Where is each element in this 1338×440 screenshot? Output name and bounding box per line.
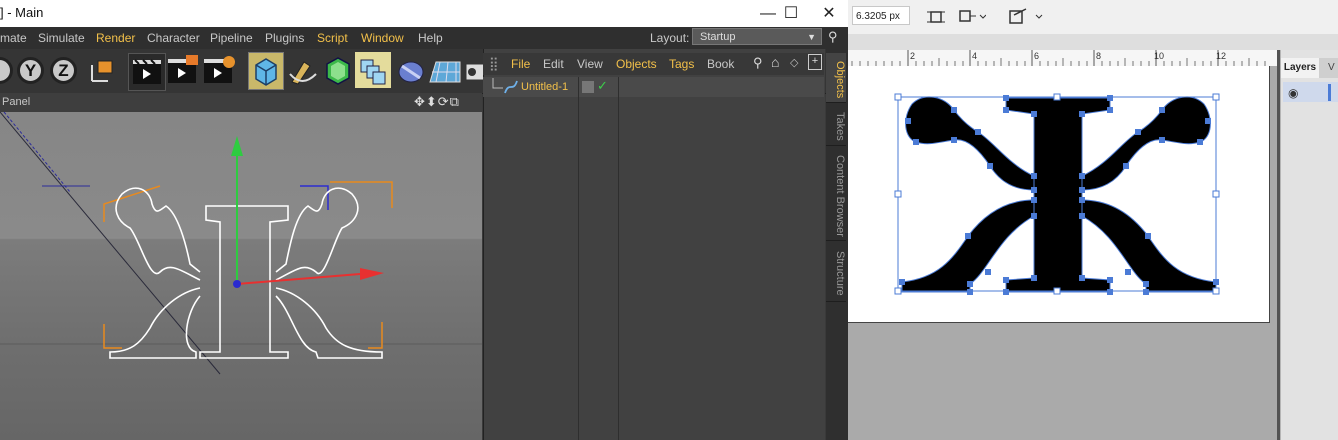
viewport-panel-menu[interactable]: Panel — [2, 96, 30, 108]
viewport-header — [0, 93, 482, 112]
ruler-label: 4 — [972, 51, 978, 61]
coordinate-system-icon[interactable] — [86, 55, 118, 87]
home-icon[interactable]: ⌂ — [771, 54, 779, 70]
tab-layers[interactable]: Layers — [1281, 58, 1319, 78]
grip-icon: ⣿ — [489, 56, 499, 71]
artboard[interactable] — [848, 66, 1270, 323]
object-name[interactable]: Untitled-1 — [521, 81, 568, 93]
bounding-brackets — [103, 181, 393, 349]
spline-outline — [109, 187, 383, 359]
ruler-label: 12 — [1216, 51, 1227, 61]
column-divider — [618, 77, 619, 440]
om-menu-tags[interactable]: Tags — [669, 57, 694, 71]
om-menu-objects[interactable]: Objects — [616, 57, 657, 71]
render-to-picture-viewer-icon[interactable] — [166, 53, 202, 89]
layer-color-swatch — [1328, 84, 1331, 101]
menu-render[interactable]: Render — [96, 31, 135, 45]
axis-z-button[interactable]: Z — [50, 57, 77, 84]
pen-tool-icon[interactable] — [284, 52, 320, 88]
x-axis — [236, 273, 361, 285]
transform-icon[interactable] — [956, 7, 987, 27]
layout-dropdown[interactable]: Startup ▼ — [692, 28, 822, 45]
tab-takes[interactable]: Takes — [826, 104, 846, 146]
tab-variables[interactable]: V — [1328, 62, 1335, 73]
menu-simulate[interactable]: Simulate — [38, 31, 85, 45]
layers-panel — [1280, 50, 1338, 440]
3d-viewport[interactable] — [0, 112, 482, 440]
ruler-label: 2 — [910, 51, 916, 61]
render-view-icon[interactable] — [128, 53, 166, 91]
object-manager-menu: ⣿ File Edit View Objects Tags Book ⚲ ⌂ ◇… — [483, 53, 824, 75]
warp-icon[interactable] — [1006, 7, 1046, 27]
tab-content-browser[interactable]: Content Browser — [826, 147, 846, 241]
layer-swatch-icon[interactable] — [582, 81, 594, 93]
subdivision-surface-icon[interactable] — [321, 52, 355, 88]
ruler-label: 6 — [1034, 51, 1040, 61]
render-settings-icon[interactable] — [202, 53, 238, 89]
tab-objects[interactable]: Objects — [826, 53, 846, 103]
layout-value: Startup — [700, 31, 736, 43]
align-center-icon[interactable] — [926, 7, 946, 27]
object-manager — [483, 49, 825, 440]
axis-y-button[interactable]: Y — [17, 57, 44, 84]
z-axis — [233, 280, 241, 288]
new-window-icon[interactable]: + — [808, 54, 822, 70]
enabled-check-icon[interactable]: ✓ — [597, 78, 608, 94]
menu-script[interactable]: Script — [317, 31, 348, 45]
ruler-label: 10 — [1154, 51, 1165, 61]
layout-label: Layout: — [650, 31, 690, 45]
cube-icon[interactable] — [248, 52, 284, 90]
deformer-icon[interactable] — [394, 52, 428, 88]
menu-plugins[interactable]: Plugins — [265, 31, 304, 45]
eye-icon[interactable]: ◉ — [1288, 86, 1298, 100]
menu-pipeline[interactable]: Pipeline — [210, 31, 253, 45]
floor-icon[interactable] — [428, 52, 462, 88]
menu-help[interactable]: Help — [418, 31, 443, 45]
window-title: ] - Main — [0, 5, 44, 20]
search-icon[interactable]: ⚲ — [828, 29, 838, 45]
title-bar — [0, 0, 848, 27]
om-menu-view[interactable]: View — [577, 57, 603, 71]
menu-animate[interactable]: mate — [0, 31, 27, 45]
tab-structure[interactable]: Structure — [826, 242, 846, 302]
horizontal-ruler[interactable]: 2 4 6 8 10 12 — [848, 50, 1277, 67]
close-button[interactable]: ✕ — [806, 0, 852, 27]
chevron-down-icon: ▼ — [807, 32, 816, 42]
search-icon[interactable]: ⚲ — [753, 55, 763, 71]
cloner-icon[interactable] — [355, 52, 391, 88]
om-menu-edit[interactable]: Edit — [543, 57, 564, 71]
menu-window[interactable]: Window — [361, 31, 404, 45]
camera-icon[interactable] — [464, 52, 485, 88]
control-bar — [848, 0, 1338, 35]
om-menu-bookmarks[interactable]: Book — [707, 57, 734, 71]
ruler-label: 8 — [1096, 51, 1102, 61]
column-divider — [578, 77, 579, 440]
visibility-icon[interactable]: ◇ — [790, 56, 798, 69]
document-tab-area — [848, 34, 1338, 50]
om-menu-file[interactable]: File — [511, 57, 530, 71]
spline-object-icon — [503, 79, 519, 95]
menu-character[interactable]: Character — [147, 31, 200, 45]
value-field[interactable]: 6.3205 px — [852, 6, 910, 25]
viewport-navigation-icons[interactable]: ✥⬍⟳⧉ — [414, 94, 460, 110]
